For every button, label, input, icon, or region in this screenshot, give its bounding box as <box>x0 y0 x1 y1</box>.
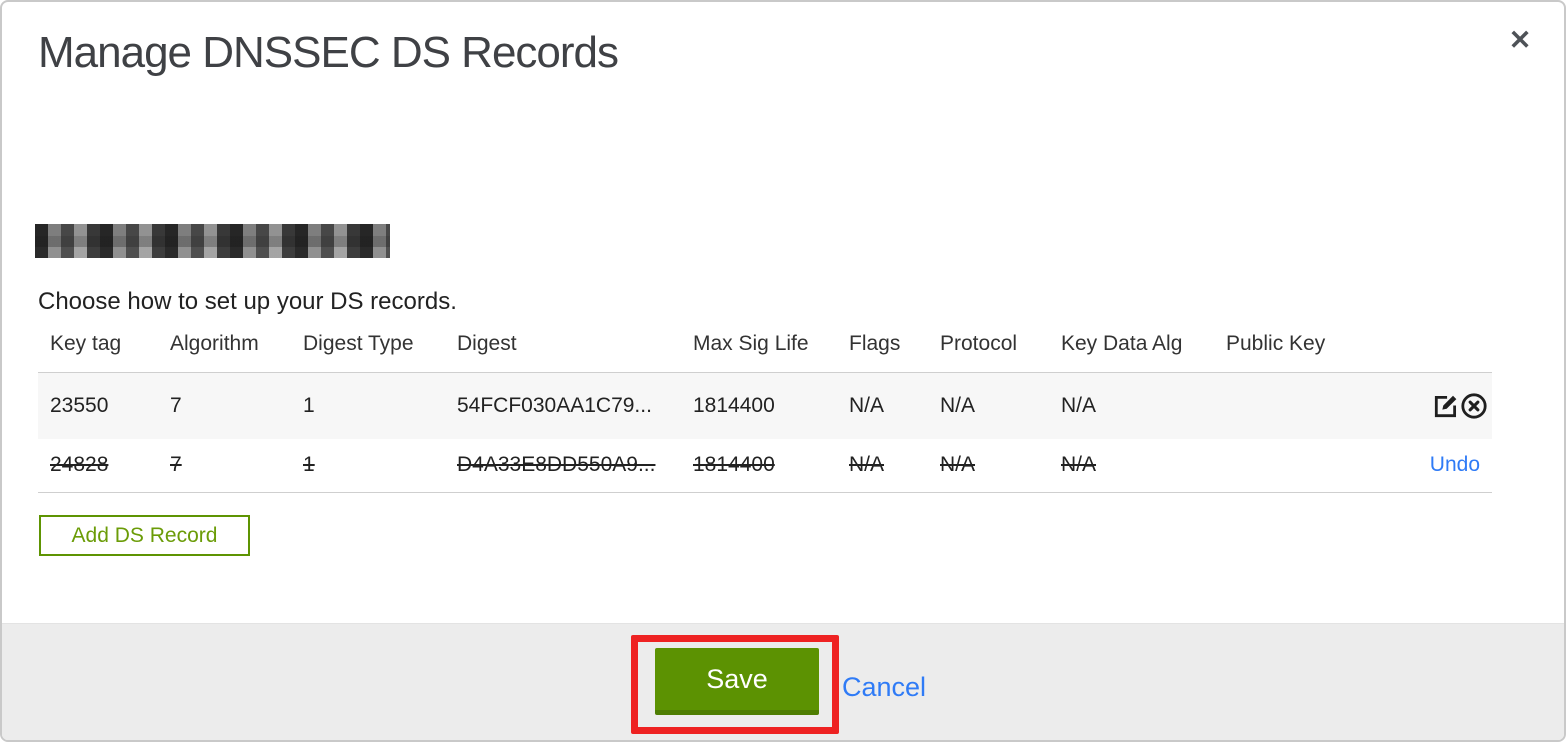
edit-icon <box>1434 395 1457 417</box>
cell-key-data-alg: N/A <box>1061 393 1097 417</box>
cell-protocol: N/A <box>940 393 976 417</box>
cell-flags: N/A <box>849 453 885 477</box>
cancel-link[interactable]: Cancel <box>842 672 926 703</box>
remove-icon <box>1461 393 1487 419</box>
cell-digest: D4A33E8DD550A9... <box>457 453 656 477</box>
close-icon: ✕ <box>1508 24 1532 55</box>
column-header-protocol: Protocol <box>940 332 1018 355</box>
redacted-domain-name <box>35 224 390 258</box>
edit-record-button[interactable] <box>1432 392 1460 420</box>
column-header-key-data-alg: Key Data Alg <box>1061 332 1183 355</box>
cell-protocol: N/A <box>940 453 976 477</box>
save-button[interactable]: Save <box>655 648 819 715</box>
column-header-digest-type: Digest Type <box>303 332 414 355</box>
cell-actions: Undo <box>1354 439 1492 493</box>
column-header-flags: Flags <box>849 332 901 355</box>
column-header-digest: Digest <box>457 332 517 355</box>
cell-flags: N/A <box>849 393 885 417</box>
cell-digest-type: 1 <box>303 453 315 477</box>
cell-digest: 54FCF030AA1C79... <box>457 393 652 417</box>
ds-records-table: Key tag Algorithm Digest Type Digest Max… <box>38 332 1492 493</box>
cell-digest-type: 1 <box>303 393 315 417</box>
undo-link[interactable]: Undo <box>1430 453 1488 476</box>
cell-max-sig-life: 1814400 <box>693 393 775 417</box>
cell-max-sig-life: 1814400 <box>693 453 775 477</box>
table-row-current: 23550 7 1 54FCF030AA1C79... 1814400 N/A … <box>38 372 1492 439</box>
dnssec-modal: Manage DNSSEC DS Records ✕ Choose how to… <box>0 0 1566 742</box>
delete-record-button[interactable] <box>1460 392 1488 420</box>
column-header-algorithm: Algorithm <box>170 332 259 355</box>
column-header-max-sig-life: Max Sig Life <box>693 332 809 355</box>
table-row-deleted: 24828 7 1 D4A33E8DD550A9... 1814400 N/A … <box>38 439 1492 493</box>
cell-key-data-alg: N/A <box>1061 453 1097 477</box>
page-title: Manage DNSSEC DS Records <box>38 28 619 77</box>
column-header-actions <box>1354 332 1492 373</box>
column-header-key-tag: Key tag <box>50 332 122 355</box>
cell-actions <box>1354 373 1492 439</box>
add-ds-record-button[interactable]: Add DS Record <box>39 515 250 556</box>
cell-algorithm: 7 <box>170 453 182 477</box>
cell-key-tag: 24828 <box>50 453 109 477</box>
cell-public-key <box>1214 373 1354 439</box>
close-button[interactable]: ✕ <box>1500 20 1540 60</box>
intro-text: Choose how to set up your DS records. <box>38 288 457 315</box>
cell-public-key <box>1214 439 1354 493</box>
cell-algorithm: 7 <box>170 393 182 417</box>
table-header-row: Key tag Algorithm Digest Type Digest Max… <box>38 332 1492 373</box>
cell-key-tag: 23550 <box>50 393 109 417</box>
column-header-public-key: Public Key <box>1226 332 1326 355</box>
